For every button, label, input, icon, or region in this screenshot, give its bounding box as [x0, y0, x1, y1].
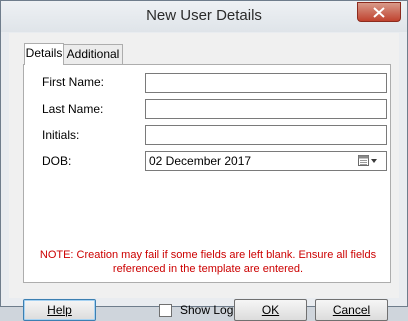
details-panel: First Name: Last Name: Initials: DOB: 02…: [23, 64, 391, 283]
calendar-dropdown-icon[interactable]: [358, 155, 378, 167]
dob-value: 02 December 2017: [149, 154, 252, 168]
first-name-label: First Name:: [42, 75, 105, 89]
cancel-button-label: Cancel: [332, 303, 371, 317]
dialog-title: New User Details: [146, 7, 262, 24]
tab-details[interactable]: Details: [24, 43, 64, 65]
help-button-label: Help: [47, 303, 72, 317]
close-button[interactable]: [357, 2, 401, 22]
cancel-button[interactable]: Cancel: [315, 299, 388, 321]
close-icon: [373, 7, 385, 18]
first-name-field[interactable]: [145, 73, 387, 93]
show-log-checkbox[interactable]: [159, 304, 172, 317]
creation-note: NOTE: Creation may fail if some fields a…: [32, 248, 384, 276]
note-line-1: NOTE: Creation may fail if some fields a…: [39, 249, 377, 261]
dob-date-picker[interactable]: 02 December 2017: [145, 151, 387, 171]
tab-additional[interactable]: Additional: [63, 44, 123, 65]
initials-field[interactable]: [145, 125, 387, 145]
help-button[interactable]: Help: [23, 299, 96, 321]
note-line-2: referenced in the template are entered.: [112, 263, 304, 275]
show-log-label[interactable]: Show Log: [180, 303, 233, 317]
ok-button[interactable]: OK: [234, 299, 307, 321]
ok-button-label: OK: [261, 303, 280, 317]
initials-label: Initials:: [42, 128, 80, 142]
last-name-label: Last Name:: [42, 102, 104, 116]
dob-label: DOB:: [42, 154, 72, 168]
title-bar[interactable]: New User Details: [1, 1, 407, 32]
dialog-window: New User Details Details Additional Firs…: [0, 0, 408, 321]
last-name-field[interactable]: [145, 99, 387, 119]
dialog-client: Details Additional First Name: Last Name…: [9, 33, 399, 321]
